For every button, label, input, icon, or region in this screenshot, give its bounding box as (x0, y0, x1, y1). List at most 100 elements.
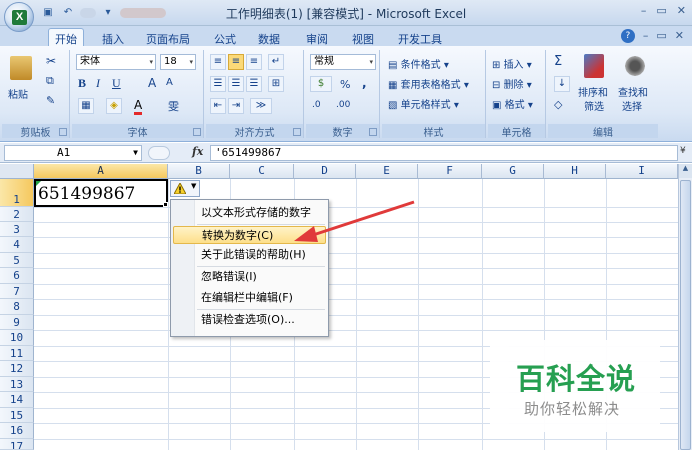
fill-color-icon[interactable]: ◈ (106, 98, 122, 114)
maximize-button[interactable]: ▭ (656, 4, 666, 17)
format-as-table-button[interactable]: ▦ 套用表格格式 ▾ (388, 76, 469, 91)
align-center-icon[interactable]: ☰ (228, 76, 244, 92)
row-header-2[interactable]: 2 (0, 207, 34, 222)
name-box[interactable]: A1 ▼ (4, 145, 142, 161)
select-all-corner[interactable] (0, 164, 34, 179)
minimize-button[interactable]: – (641, 4, 647, 17)
row-header-8[interactable]: 8 (0, 299, 34, 315)
formula-input[interactable]: '651499867 (210, 145, 678, 161)
comma-button[interactable]: , (362, 76, 367, 90)
menu-item-help-on-error[interactable]: 关于此错误的帮助(H) (201, 246, 306, 264)
cell-a1[interactable]: 651499867 (34, 179, 168, 207)
merge-center-icon[interactable]: ⊞ (268, 76, 284, 92)
cut-icon[interactable]: ✂ (46, 54, 56, 68)
column-header-f[interactable]: F (418, 164, 482, 179)
scroll-up-icon[interactable]: ▲ (679, 164, 692, 178)
tab-developer[interactable]: 开发工具 (392, 29, 448, 46)
font-dialog-launcher[interactable] (193, 128, 201, 136)
underline-button[interactable]: U (112, 76, 121, 91)
help-icon[interactable]: ? (620, 29, 635, 43)
align-right-icon[interactable]: ☰ (246, 76, 262, 92)
ribbon-restore-button[interactable]: ▭ (656, 29, 666, 43)
decrease-decimal-button[interactable]: .00 (336, 100, 350, 110)
autosum-button[interactable]: Σ (554, 54, 562, 69)
row-header-14[interactable]: 14 (0, 392, 34, 408)
conditional-format-button[interactable]: ▤ 条件格式 ▾ (388, 56, 449, 71)
sort-filter-icon[interactable] (584, 54, 604, 78)
column-header-g[interactable]: G (482, 164, 544, 179)
row-header-12[interactable]: 12 (0, 361, 34, 377)
font-color-icon[interactable]: A (134, 98, 143, 115)
column-header-i[interactable]: I (606, 164, 678, 179)
format-cells-button[interactable]: ▣ 格式 ▾ (492, 96, 533, 111)
bold-button[interactable]: B (78, 76, 86, 91)
menu-item-error-checking-options[interactable]: 错误检查选项(O)... (201, 311, 295, 329)
column-header-b[interactable]: B (168, 164, 230, 179)
borders-icon[interactable]: ▦ (78, 98, 94, 114)
row-header-4[interactable]: 4 (0, 237, 34, 253)
align-left-icon[interactable]: ☰ (210, 76, 226, 92)
tab-view[interactable]: 视图 (346, 29, 380, 46)
paste-button[interactable]: 粘贴 (8, 86, 28, 101)
clipboard-dialog-launcher[interactable] (59, 128, 67, 136)
increase-decimal-button[interactable]: .0 (312, 100, 321, 110)
font-name-combo[interactable]: 宋体 ▾ (76, 54, 156, 70)
ribbon-close-button[interactable]: ✕ (675, 29, 684, 43)
row-header-11[interactable]: 11 (0, 346, 34, 361)
number-dialog-launcher[interactable] (369, 128, 377, 136)
copy-icon[interactable]: ⧉ (46, 74, 54, 88)
cancel-enter-icon[interactable] (148, 146, 170, 160)
menu-item-edit-in-formula-bar[interactable]: 在编辑栏中编辑(F) (201, 289, 293, 307)
format-painter-icon[interactable]: ✎ (46, 94, 55, 107)
column-header-h[interactable]: H (544, 164, 606, 179)
align-top-icon[interactable]: ≡ (210, 54, 226, 70)
grow-font-button[interactable]: A (148, 76, 156, 90)
menu-item-ignore-error[interactable]: 忽略错误(I) (201, 268, 257, 286)
find-select-icon[interactable] (624, 54, 646, 78)
row-header-16[interactable]: 16 (0, 423, 34, 439)
decrease-indent-icon[interactable]: ⇤ (210, 98, 226, 114)
align-middle-icon[interactable]: ≡ (228, 54, 244, 70)
office-button[interactable]: X (4, 2, 34, 32)
vertical-scrollbar[interactable]: ▲ (678, 164, 692, 450)
paste-icon[interactable] (10, 56, 32, 80)
row-header-5[interactable]: 5 (0, 253, 34, 268)
scroll-thumb[interactable] (680, 180, 691, 450)
orientation-icon[interactable]: ≫ (250, 98, 272, 114)
row-header-13[interactable]: 13 (0, 377, 34, 392)
shrink-font-button[interactable]: A (166, 77, 173, 88)
sort-filter-button[interactable]: 排序和 (578, 84, 608, 99)
increase-indent-icon[interactable]: ⇥ (228, 98, 244, 114)
tab-data[interactable]: 数据 (252, 29, 286, 46)
tab-home[interactable]: 开始 (48, 28, 84, 46)
cell-styles-button[interactable]: ▧ 单元格样式 ▾ (388, 96, 459, 111)
italic-button[interactable]: I (96, 76, 100, 91)
row-header-9[interactable]: 9 (0, 315, 34, 330)
align-bottom-icon[interactable]: ≡ (246, 54, 262, 70)
delete-cells-button[interactable]: ⊟ 删除 ▾ (492, 76, 532, 91)
row-header-6[interactable]: 6 (0, 268, 34, 284)
row-header-10[interactable]: 10 (0, 330, 34, 346)
find-select-button[interactable]: 查找和 (618, 84, 648, 99)
phonetic-icon[interactable]: 雯 (168, 98, 179, 114)
alignment-dialog-launcher[interactable] (293, 128, 301, 136)
row-header-7[interactable]: 7 (0, 284, 34, 299)
column-header-c[interactable]: C (230, 164, 294, 179)
close-button[interactable]: ✕ (677, 4, 686, 17)
clear-icon[interactable]: ◇ (554, 98, 562, 111)
row-header-1[interactable]: 1 (0, 179, 34, 207)
worksheet-grid[interactable]: A B C D E F G H I 1 2 3 4 5 6 7 8 9 10 1… (0, 164, 678, 450)
tab-page-layout[interactable]: 页面布局 (140, 29, 196, 46)
tab-review[interactable]: 审阅 (300, 29, 334, 46)
column-header-d[interactable]: D (294, 164, 356, 179)
column-header-a[interactable]: A (34, 164, 168, 179)
tab-formulas[interactable]: 公式 (208, 29, 242, 46)
error-smart-tag-button[interactable]: ▼ (170, 180, 200, 197)
fill-handle[interactable] (163, 202, 168, 207)
row-header-17[interactable]: 17 (0, 439, 34, 450)
accounting-format-icon[interactable]: $ (310, 76, 332, 92)
number-format-combo[interactable]: 常规 ▾ (310, 54, 376, 70)
insert-cells-button[interactable]: ⊞ 插入 ▾ (492, 56, 532, 71)
row-header-3[interactable]: 3 (0, 222, 34, 237)
column-header-e[interactable]: E (356, 164, 418, 179)
